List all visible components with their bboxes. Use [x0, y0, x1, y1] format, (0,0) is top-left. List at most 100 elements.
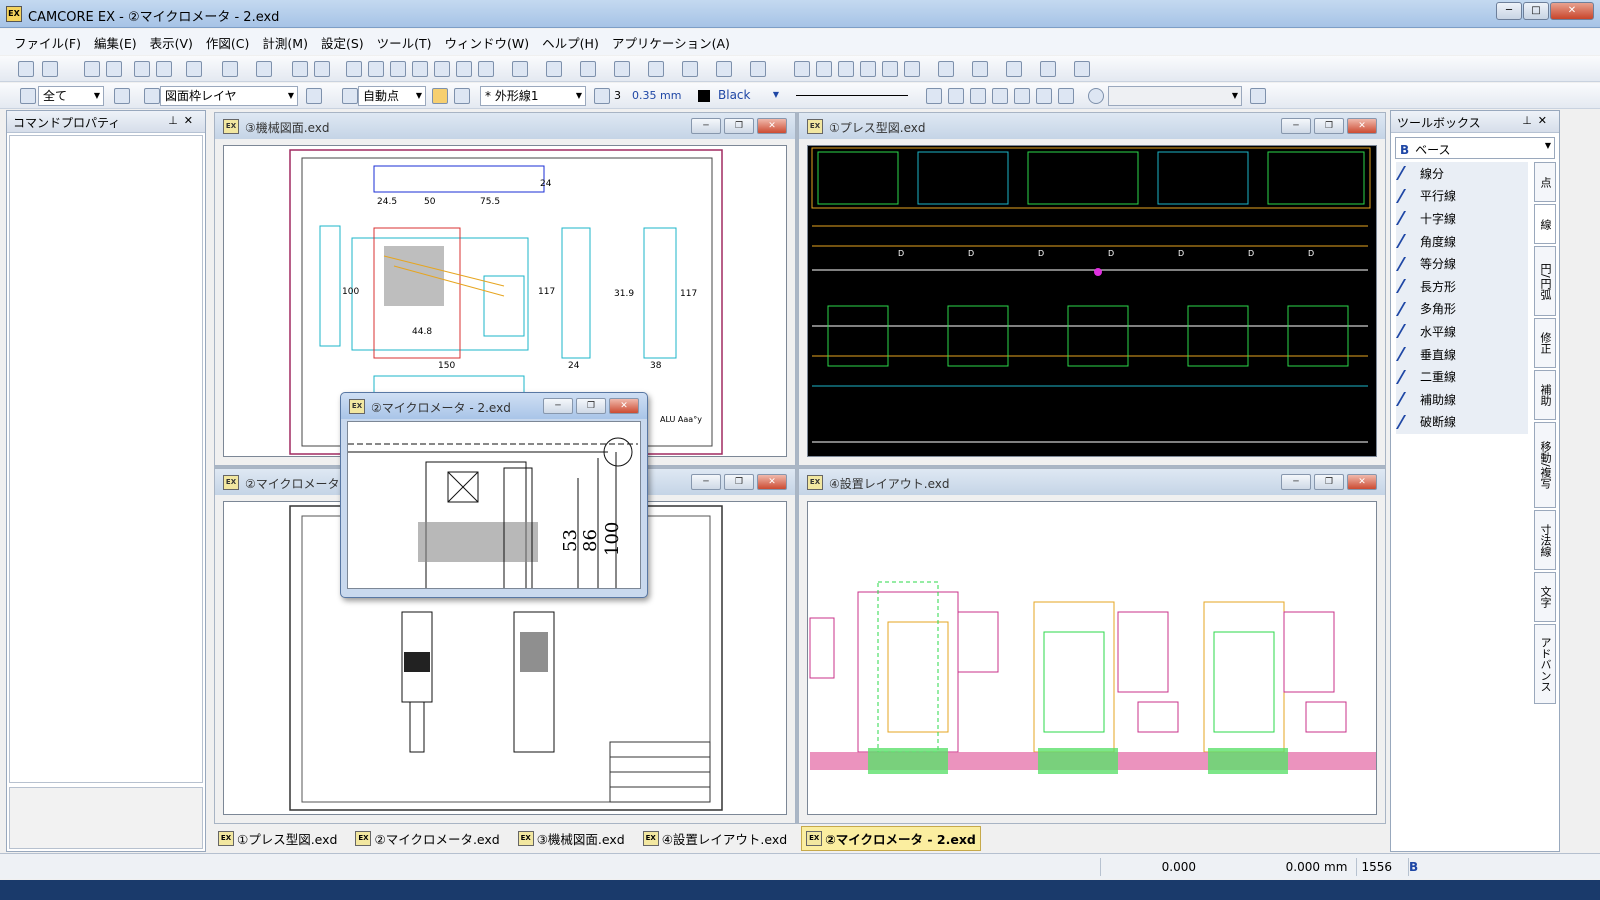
grid-icon[interactable] [454, 88, 470, 104]
side-tab-text[interactable]: 文字 [1534, 572, 1556, 622]
select-filter-combo[interactable]: 全て ▼ [38, 86, 104, 106]
menu-draw[interactable]: 作図(C) [206, 33, 249, 52]
layer-folder-icon[interactable] [114, 88, 130, 104]
text-s-icon[interactable] [1036, 88, 1052, 104]
doc-restore-button[interactable]: ❐ [576, 398, 606, 414]
panel-pin-close-icons[interactable]: ⊥✕ [1522, 114, 1553, 127]
tool-rectangle[interactable]: 長方形 [1395, 275, 1528, 298]
maximize-button[interactable]: □ [1523, 2, 1549, 20]
doc-minimize-button[interactable]: ─ [1281, 118, 1311, 134]
menu-settings[interactable]: 設定(S) [321, 33, 364, 52]
text-e-icon[interactable] [970, 88, 986, 104]
point-tool-icon[interactable] [512, 61, 528, 77]
erase-tool-icon[interactable] [614, 61, 630, 77]
zoom-all-icon[interactable] [368, 61, 384, 77]
redo-icon[interactable] [256, 61, 272, 77]
side-tab-line[interactable]: 線 [1534, 204, 1556, 244]
doc-window-micro2-active[interactable]: EX ②マイクロメータ - 2.exd ─ ❐ ✕ 53 86 100 [340, 392, 648, 598]
doc-window-press[interactable]: EX ①プレス型図.exd ─ ❐ ✕ D D D D D D D [798, 112, 1386, 466]
undo-icon[interactable] [222, 61, 238, 77]
tool-angle-line[interactable]: 角度線 [1395, 230, 1528, 253]
tool-auxiliary-line[interactable]: 補助線 [1395, 388, 1528, 411]
text-e2-icon[interactable] [992, 88, 1008, 104]
tool-line[interactable]: 線分 [1395, 162, 1528, 185]
color-swatch[interactable] [698, 90, 710, 102]
doc-titlebar[interactable]: EX ①プレス型図.exd ─ ❐ ✕ [799, 113, 1385, 139]
menu-view[interactable]: 表示(V) [150, 33, 193, 52]
doc-titlebar-active[interactable]: EX ②マイクロメータ - 2.exd ─ ❐ ✕ [341, 393, 647, 419]
check-icon[interactable] [1040, 61, 1056, 77]
side-tab-assist[interactable]: 補助 [1534, 370, 1556, 420]
doc-close-button[interactable]: ✕ [757, 474, 787, 490]
menu-tools[interactable]: ツール(T) [377, 33, 432, 52]
side-tab-dimension[interactable]: 寸法線 [1534, 510, 1556, 570]
property-icon[interactable] [904, 61, 920, 77]
tool-vertical-line[interactable]: 垂直線 [1395, 343, 1528, 366]
zoom-in-icon[interactable] [412, 61, 428, 77]
doc-close-button[interactable]: ✕ [1347, 474, 1377, 490]
command-input[interactable]: ▼ [1108, 86, 1242, 106]
open-folder-icon[interactable] [42, 61, 58, 77]
zoom-out-icon[interactable] [434, 61, 450, 77]
zoom-extents-icon[interactable] [390, 61, 406, 77]
side-tab-advance[interactable]: アドバンス [1534, 624, 1556, 704]
line-width-value[interactable]: 0.35 mm [632, 89, 681, 102]
doc-tab-press[interactable]: EX ①プレス型図.exd [214, 827, 341, 850]
doc-restore-button[interactable]: ❐ [1314, 118, 1344, 134]
tool-parallel-line[interactable]: 平行線 [1395, 185, 1528, 208]
menu-window[interactable]: ウィンドウ(W) [445, 33, 530, 52]
tool-horizontal-line[interactable]: 水平線 [1395, 320, 1528, 343]
measure-distance-icon[interactable] [794, 61, 810, 77]
auxiliary-tool-icon[interactable] [648, 61, 664, 77]
application-icon[interactable] [1074, 61, 1090, 77]
move-tool-icon[interactable] [682, 61, 698, 77]
menu-edit[interactable]: 編集(E) [94, 33, 137, 52]
side-tab-move-copy[interactable]: 移動/複写 [1534, 422, 1556, 508]
doc-tab-micro2[interactable]: EX ②マイクロメータ - 2.exd [801, 825, 981, 851]
tool-double-line[interactable]: 二重線 [1395, 365, 1528, 388]
save-all-icon[interactable] [106, 61, 122, 77]
line-style-preview[interactable] [796, 95, 908, 96]
measure-length-icon[interactable] [816, 61, 832, 77]
drawing-canvas-press[interactable]: D D D D D D D [807, 145, 1377, 457]
doc-close-button[interactable]: ✕ [757, 118, 787, 134]
copy-icon[interactable] [134, 61, 150, 77]
execute-icon[interactable] [1250, 88, 1266, 104]
side-tab-modify[interactable]: 修正 [1534, 318, 1556, 368]
panel-pin-close-icons[interactable]: ⊥✕ [168, 114, 199, 127]
print-icon[interactable] [186, 61, 202, 77]
save-icon[interactable] [84, 61, 100, 77]
context-help-icon[interactable] [314, 61, 330, 77]
layer-list-icon[interactable] [306, 88, 322, 104]
text-tool-icon[interactable] [750, 61, 766, 77]
text-edit-icon[interactable] [948, 88, 964, 104]
doc-tab-kikai[interactable]: EX ③機械図面.exd [514, 827, 629, 850]
doc-restore-button[interactable]: ❐ [724, 118, 754, 134]
zoom-window-icon[interactable] [346, 61, 362, 77]
tool-equal-divide-line[interactable]: 等分線 [1395, 252, 1528, 275]
drawing-canvas-micro2[interactable]: 53 86 100 [347, 421, 641, 589]
redraw-icon[interactable] [478, 61, 494, 77]
snap-mode-combo[interactable]: 自動点 ▼ [358, 86, 426, 106]
dimension-tool-icon[interactable] [716, 61, 732, 77]
menu-help[interactable]: ヘルプ(H) [542, 33, 599, 52]
doc-minimize-button[interactable]: ─ [691, 118, 721, 134]
new-file-icon[interactable] [18, 61, 34, 77]
line-type-combo[interactable]: * 外形線1 ▼ [480, 86, 586, 106]
tool-break-line[interactable]: 破断線 [1395, 411, 1528, 434]
doc-tab-layout[interactable]: EX ④設置レイアウト.exd [639, 827, 791, 850]
doc-minimize-button[interactable]: ─ [691, 474, 721, 490]
doc-tab-micro[interactable]: EX ②マイクロメータ.exd [351, 827, 503, 850]
layer-manager-icon[interactable] [882, 61, 898, 77]
toolbox-category-combo[interactable]: B ベース ▼ [1395, 137, 1555, 159]
doc-minimize-button[interactable]: ─ [543, 398, 573, 414]
doc-close-button[interactable]: ✕ [1347, 118, 1377, 134]
pan-icon[interactable] [456, 61, 472, 77]
drawing-canvas-layout[interactable] [807, 501, 1377, 815]
color-combo[interactable]: Black ▼ [714, 86, 782, 106]
doc-titlebar[interactable]: EX ③機械図面.exd ─ ❐ ✕ [215, 113, 795, 139]
tool-polygon[interactable]: 多角形 [1395, 298, 1528, 321]
text-style-icon[interactable] [926, 88, 942, 104]
tool-cross-line[interactable]: 十字線 [1395, 207, 1528, 230]
text-flag2-icon[interactable] [1058, 88, 1074, 104]
